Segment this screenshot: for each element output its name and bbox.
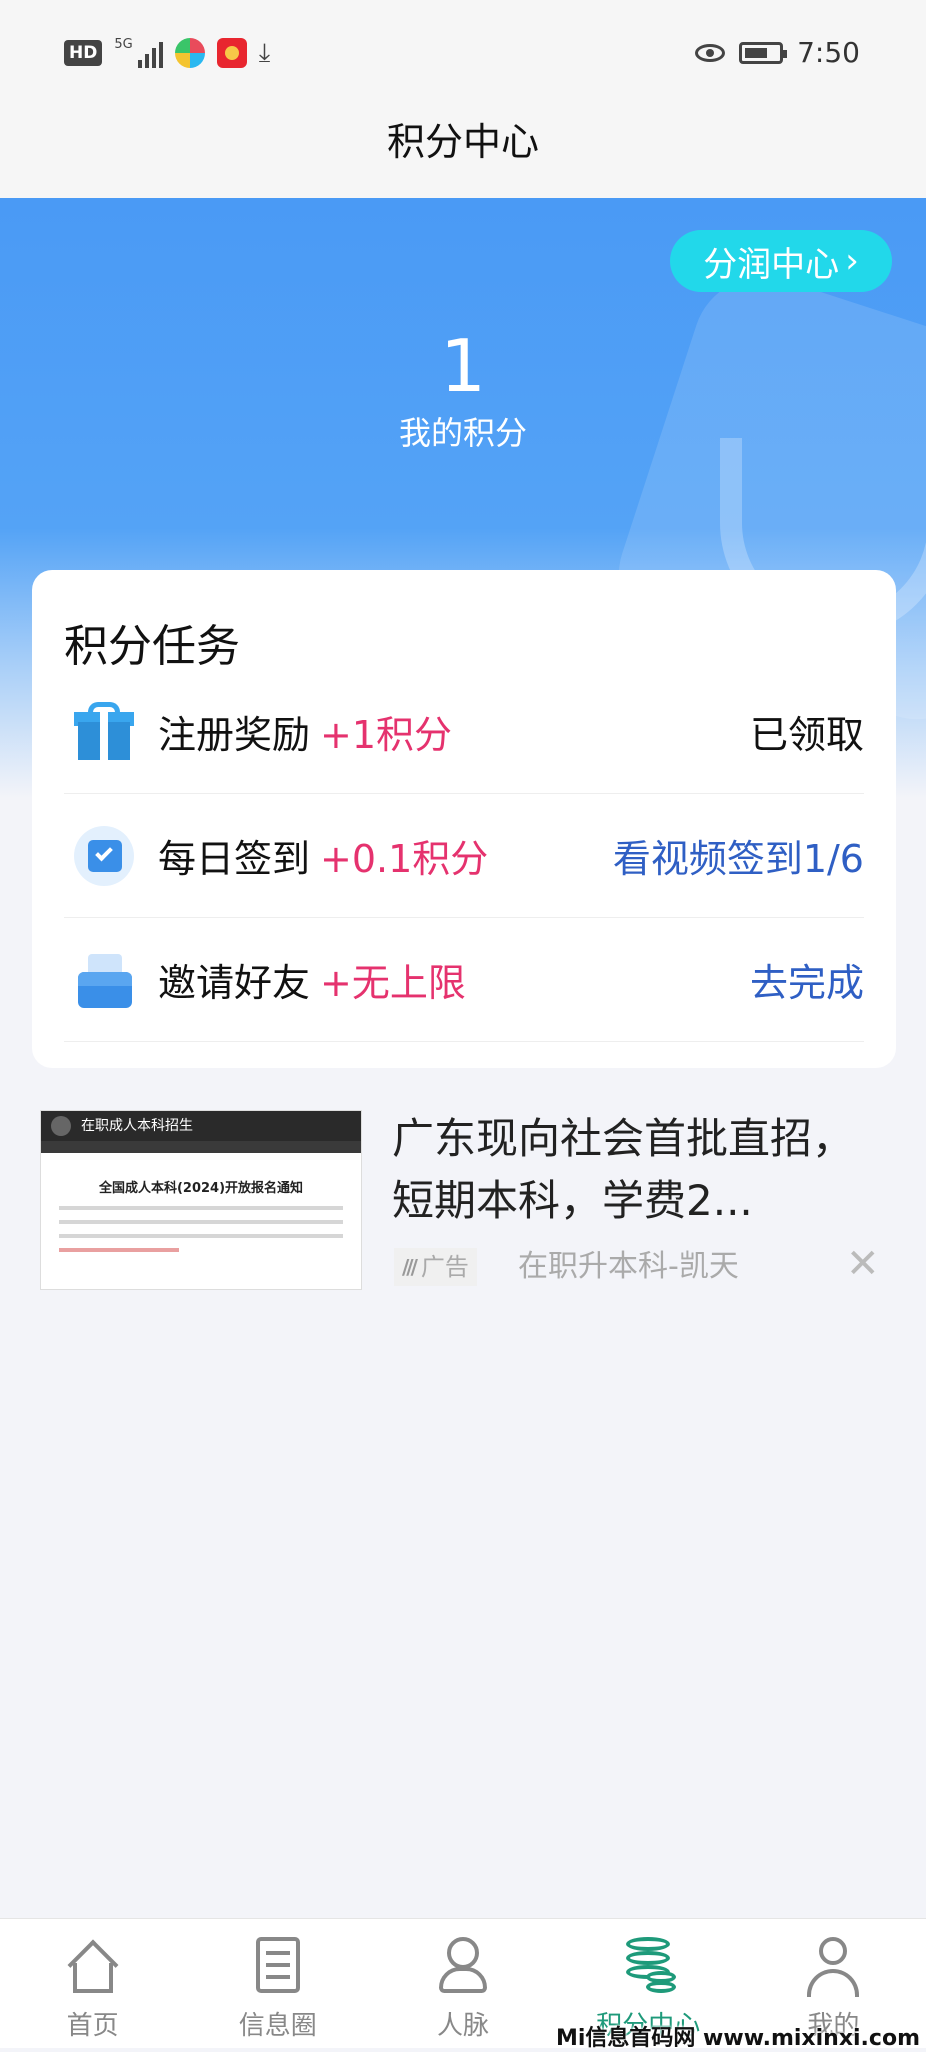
ad-thumb-nav (41, 1141, 361, 1153)
chevron-right-icon: › (845, 241, 859, 281)
tab-info-circle[interactable]: 信息圈 (185, 1919, 370, 2048)
task-reward: +0.1积分 (320, 837, 489, 881)
status-left-icons: HD 5G ⤓ (64, 38, 270, 68)
tab-label: 信息圈 (238, 2011, 317, 2041)
tab-connections[interactable]: 人脉 (370, 1919, 555, 2048)
task-reward: +无上限 (320, 961, 466, 1005)
task-row-invite: 邀请好友 +无上限 去完成 (64, 918, 864, 1042)
red-packet-icon (216, 38, 247, 68)
page-title: 积分中心 (0, 110, 926, 198)
go-complete-button[interactable]: 去完成 (750, 952, 864, 1007)
battery-icon (739, 41, 788, 64)
clock: 7:50 (797, 36, 860, 69)
app-notification-icon (174, 38, 205, 68)
tab-home[interactable]: 首页 (0, 1919, 185, 2048)
ad-thumbnail[interactable]: 在职成人本科招生 全国成人本科(2024)开放报名通知 (40, 1110, 362, 1290)
ad-thumb-headline: 全国成人本科(2024)开放报名通知 (98, 1181, 304, 1196)
points-label: 我的积分 (398, 414, 527, 452)
signal-icon: 5G (114, 37, 163, 68)
points-value: 1 (440, 324, 486, 408)
task-status-claimed: 已领取 (749, 713, 864, 757)
network-type: 5G (114, 37, 133, 52)
task-name: 每日签到 (158, 837, 311, 881)
eye-icon (695, 43, 726, 62)
task-row-checkin: 每日签到 +0.1积分 看视频签到1/6 (64, 794, 864, 918)
ad-logo-icon: /// (402, 1255, 418, 1279)
tasks-card: 积分任务 注册奖励 +1积分 已领取 每日签到 +0.1积分 看视频签到1/6 … (32, 570, 896, 1068)
ad-badge: /// 广告 (394, 1248, 477, 1286)
share-center-label: 分润中心 (703, 244, 840, 285)
hd-badge: HD (64, 40, 103, 66)
ad-badge-label: 广告 (420, 1253, 469, 1281)
home-icon (65, 1937, 121, 1993)
tab-label: 首页 (66, 2011, 119, 2041)
task-reward: +1积分 (320, 713, 453, 757)
coins-icon (620, 1937, 677, 1993)
gift-icon (74, 701, 134, 762)
watch-video-checkin-button[interactable]: 看视频签到1/6 (613, 828, 864, 883)
ad-card[interactable]: 在职成人本科招生 全国成人本科(2024)开放报名通知 广东现向社会首批直招，短… (40, 1108, 886, 1292)
share-center-button[interactable]: 分润中心 › (670, 230, 892, 292)
tasks-title: 积分任务 (64, 621, 240, 672)
invite-envelope-icon (74, 950, 134, 1010)
ad-source: 在职升本科-凯天 (518, 1249, 739, 1284)
task-row-register: 注册奖励 +1积分 已领取 (64, 670, 864, 794)
tab-label: 人脉 (437, 2011, 490, 2041)
task-name: 邀请好友 (158, 961, 311, 1005)
people-icon (435, 1937, 491, 1993)
download-icon: ⤓ (258, 38, 271, 68)
close-icon[interactable]: ✕ (846, 1244, 880, 1284)
user-icon (805, 1937, 861, 1997)
ad-thumb-header: 在职成人本科招生 (41, 1111, 361, 1141)
ad-title[interactable]: 广东现向社会首批直招，短期本科，学费2... (392, 1108, 872, 1232)
list-icon (250, 1937, 306, 1993)
calendar-check-icon (74, 825, 134, 886)
status-right-icons: 7:50 (695, 36, 860, 69)
status-bar: HD 5G ⤓ 7:50 (0, 0, 926, 110)
task-name: 注册奖励 (158, 713, 311, 757)
watermark: Mi信息首码网 www.mixinxi.com (555, 2026, 920, 2051)
